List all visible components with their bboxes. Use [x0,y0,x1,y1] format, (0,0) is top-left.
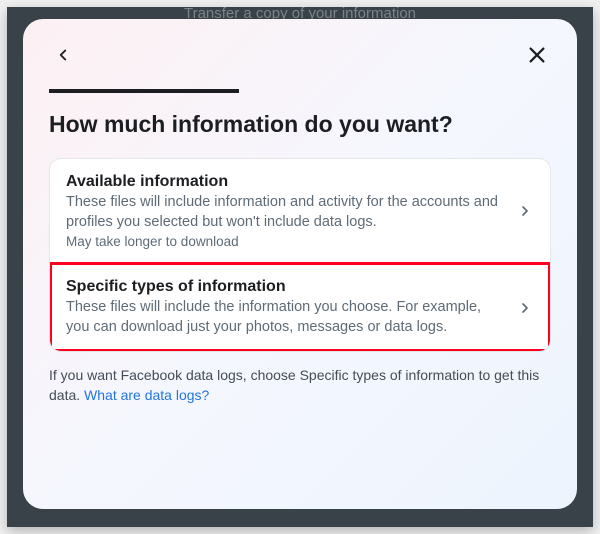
progress-indicator [49,89,239,93]
close-button[interactable] [523,41,551,69]
option-note: May take longer to download [66,234,504,249]
modal-header [49,41,551,69]
app-frame: Transfer a copy of your information How … [7,7,593,527]
option-text: Available information These files will i… [66,173,516,249]
chevron-right-icon [516,299,534,317]
option-title: Available information [66,173,504,191]
option-text: Specific types of information These file… [66,278,516,337]
option-list: Available information These files will i… [49,158,551,352]
option-description: These files will include the information… [66,298,504,337]
download-info-modal: How much information do you want? Availa… [23,19,577,509]
back-button[interactable] [49,41,77,69]
data-logs-link[interactable]: What are data logs? [84,387,209,403]
option-description: These files will include information and… [66,193,504,232]
modal-title: How much information do you want? [49,111,551,138]
option-specific-types[interactable]: Specific types of information These file… [50,263,550,351]
option-available-information[interactable]: Available information These files will i… [50,159,550,263]
chevron-left-icon [54,46,72,64]
footer-text: If you want Facebook data logs, choose S… [49,366,551,405]
close-icon [526,44,548,66]
option-title: Specific types of information [66,278,504,296]
chevron-right-icon [516,202,534,220]
